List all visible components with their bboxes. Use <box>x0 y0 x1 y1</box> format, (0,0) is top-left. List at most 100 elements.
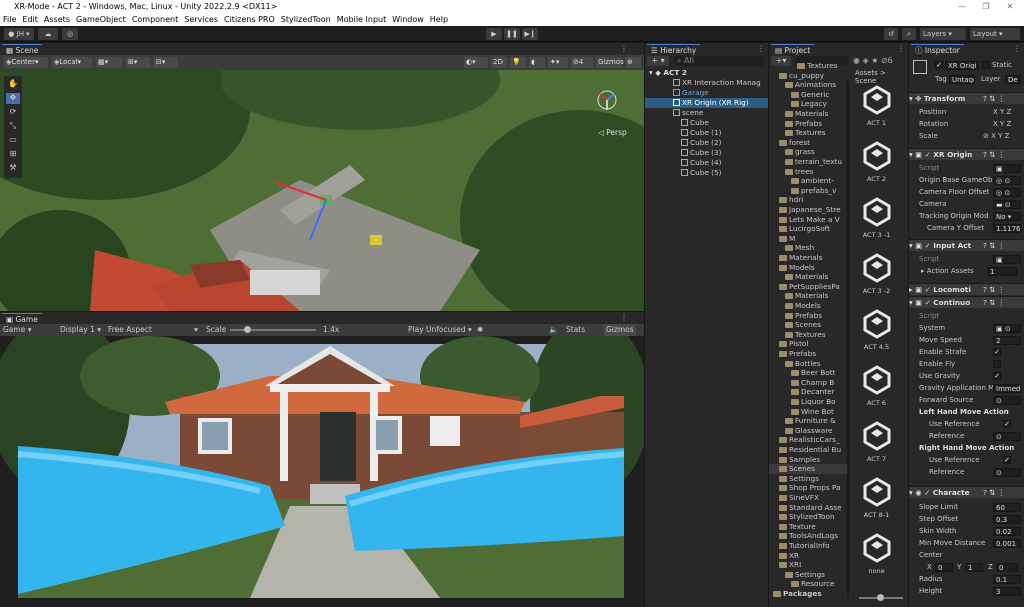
camera-settings-icon[interactable]: ⊕ <box>625 57 641 68</box>
hierarchy-item-cube-2[interactable]: Cube (2) <box>681 138 722 148</box>
menu-services[interactable]: Services <box>181 13 221 26</box>
effects-icon[interactable]: ✦▾ <box>548 57 568 68</box>
project-folder-item[interactable]: Liquor Bo <box>769 397 847 407</box>
project-folder-item[interactable]: SineVFX <box>769 493 847 503</box>
project-folder-item[interactable]: grass <box>769 147 847 157</box>
radius-field[interactable]: 0.1 <box>993 575 1021 584</box>
project-folder-item[interactable]: Textures <box>769 61 847 71</box>
menu-citizens-pro[interactable]: Citizens PRO <box>221 13 278 26</box>
rotate-tool-icon[interactable]: ⟳ <box>6 107 20 118</box>
locomotion-header[interactable]: ▸ ▣ ✓ Locomoti? ⇅ ⋮ <box>909 283 1024 295</box>
hierarchy-item-cube[interactable]: Cube <box>681 118 709 128</box>
game-gizmos-dropdown[interactable]: Gizmos <box>604 324 636 336</box>
hierarchy-item-garage[interactable]: Garage <box>673 88 709 98</box>
project-folder-item[interactable]: M <box>769 234 847 244</box>
project-folder-item[interactable]: Pistol <box>769 339 847 349</box>
origin-base-field[interactable]: ◎ ⊙ <box>993 176 1021 185</box>
scene-asset-tile[interactable]: ACT 8-1 <box>849 477 904 519</box>
hierarchy-add-button[interactable]: + ▾ <box>647 56 669 66</box>
rect-tool-icon[interactable]: ▭ <box>6 135 20 146</box>
cloud-icon[interactable]: ☁ <box>38 28 58 40</box>
scene-view[interactable]: ✋ ✥ ⟳ ⤡ ▭ ⊞ ⚒ ◁ Persp <box>0 70 644 311</box>
hierarchy-item-cube-4[interactable]: Cube (4) <box>681 158 722 168</box>
game-tab-menu-icon[interactable]: ⋮ <box>620 313 628 322</box>
center-z-field[interactable]: 0 <box>996 563 1018 572</box>
project-folder-item[interactable]: Prefabs <box>769 119 847 129</box>
layout-dropdown[interactable]: Layout ▾ <box>970 28 1020 40</box>
project-folder-item[interactable]: Scenes <box>769 320 847 330</box>
character-controller-header[interactable]: ▾ ◉ ✓ Characte? ⇅ ⋮ <box>909 486 1024 498</box>
menu-mobile-input[interactable]: Mobile Input <box>334 13 390 26</box>
right-reference-field[interactable]: ⊙ <box>993 468 1021 477</box>
pivot-dropdown[interactable]: ◈Center▾ <box>4 57 48 68</box>
project-folder-item[interactable]: Furniture & <box>769 416 847 426</box>
space-dropdown[interactable]: ◈Local▾ <box>52 57 92 68</box>
scene-asset-tile[interactable]: ACT 1 <box>849 85 904 127</box>
project-folder-item[interactable]: hdri <box>769 195 847 205</box>
menu-file[interactable]: File <box>0 13 19 26</box>
tracking-origin-dropdown[interactable]: No ▾ <box>993 212 1021 221</box>
scene-asset-tile[interactable]: ACT 3 -2 <box>849 253 904 295</box>
rotation-xyz[interactable]: X Y Z <box>993 119 1011 129</box>
close-icon[interactable]: ✕ <box>998 0 1022 13</box>
scene-asset-tile[interactable]: none <box>849 533 904 575</box>
project-folder-item[interactable]: Materials <box>769 109 847 119</box>
tab-menu-icon[interactable]: ⋮ <box>620 44 628 53</box>
scene-asset-tile[interactable]: ACT 7 <box>849 421 904 463</box>
menu-assets[interactable]: Assets <box>41 13 73 26</box>
display-dropdown[interactable]: Display 1 ▾ <box>60 324 101 336</box>
play-button[interactable]: ▶ <box>486 28 502 40</box>
project-folder-item[interactable]: prefabs_v <box>769 186 847 196</box>
project-folder-item[interactable]: Bottles <box>769 359 847 369</box>
project-folder-item[interactable]: Champ B <box>769 378 847 388</box>
project-folder-item[interactable]: Samples <box>769 455 847 465</box>
play-mode-dropdown[interactable]: Play Unfocused ▾ <box>408 324 472 336</box>
project-menu-icon[interactable]: ⋮ <box>897 44 905 53</box>
project-folder-item[interactable]: TutorialInfo <box>769 541 847 551</box>
left-reference-field[interactable]: ⊙ <box>993 432 1021 441</box>
project-folder-item[interactable]: Materials <box>769 291 847 301</box>
project-folder-item[interactable]: StylizedToon <box>769 512 847 522</box>
slope-limit-field[interactable]: 60 <box>993 503 1021 512</box>
project-folder-item[interactable]: Prefabs <box>769 311 847 321</box>
history-icon[interactable]: ↺ <box>884 28 898 40</box>
scene-asset-tile[interactable]: ACT 3 -1 <box>849 197 904 239</box>
asset-size-slider-handle[interactable] <box>877 594 884 601</box>
minimize-icon[interactable]: — <box>950 0 974 13</box>
camera-field[interactable]: ▬ ⊙ <box>993 200 1021 209</box>
project-folder-item[interactable]: LucirgoSoft <box>769 224 847 234</box>
project-folder-item[interactable]: forest <box>769 138 847 148</box>
center-y-field[interactable]: 1 <box>965 563 983 572</box>
draw-mode-button[interactable]: ◐▾ <box>464 57 488 68</box>
xr-origin-header[interactable]: ▾ ▣ ✓ XR Origin? ⇅ ⋮ <box>909 148 1024 160</box>
snap-button[interactable]: ⊟▾ <box>154 57 178 68</box>
collab-icon[interactable]: ◎ <box>62 28 78 40</box>
project-folder-item[interactable]: PetSuppliesPa <box>769 282 847 292</box>
tab-inspector[interactable]: ⓘ Inspector <box>911 44 964 55</box>
action-assets-label[interactable]: ▸ Action Assets <box>921 266 974 276</box>
project-folder-item[interactable]: Textures <box>769 128 847 138</box>
project-folder-item[interactable]: trees <box>769 167 847 177</box>
scene-asset-tile[interactable]: ACT 2 <box>849 141 904 183</box>
transform-tool-icon[interactable]: ⊞ <box>6 149 20 160</box>
project-folder-item[interactable]: Lets Make a V <box>769 215 847 225</box>
camera-floor-field[interactable]: ◎ ⊙ <box>993 188 1021 197</box>
menu-stylizedtoon[interactable]: StylizedToon <box>278 13 334 26</box>
move-speed-field[interactable]: 2 <box>993 336 1021 345</box>
scale-xyz[interactable]: ⊘ X Y Z <box>983 131 1009 141</box>
gizmos-dropdown[interactable]: Gizmos <box>596 57 624 68</box>
step-offset-field[interactable]: 0.3 <box>993 515 1021 524</box>
menu-gameobject[interactable]: GameObject <box>73 13 129 26</box>
project-folder-item[interactable]: ToolsAndLogs <box>769 531 847 541</box>
camera-y-offset-field[interactable]: 1.1176 <box>993 224 1021 233</box>
static-checkbox[interactable] <box>982 61 990 69</box>
position-xyz[interactable]: X Y Z <box>993 107 1011 117</box>
center-x-field[interactable]: 0 <box>935 563 953 572</box>
scene-asset-tile[interactable]: ACT 6 <box>849 365 904 407</box>
forward-source-field[interactable]: ⊙ <box>993 396 1021 405</box>
hierarchy-item-cube-1[interactable]: Cube (1) <box>681 128 722 138</box>
hierarchy-item-cube-5[interactable]: Cube (5) <box>681 168 722 178</box>
enable-fly-checkbox[interactable] <box>993 360 1001 368</box>
inspector-menu-icon[interactable]: ⋮ <box>1013 44 1021 53</box>
aspect-dropdown[interactable]: Free Aspect ▾ <box>108 324 198 336</box>
